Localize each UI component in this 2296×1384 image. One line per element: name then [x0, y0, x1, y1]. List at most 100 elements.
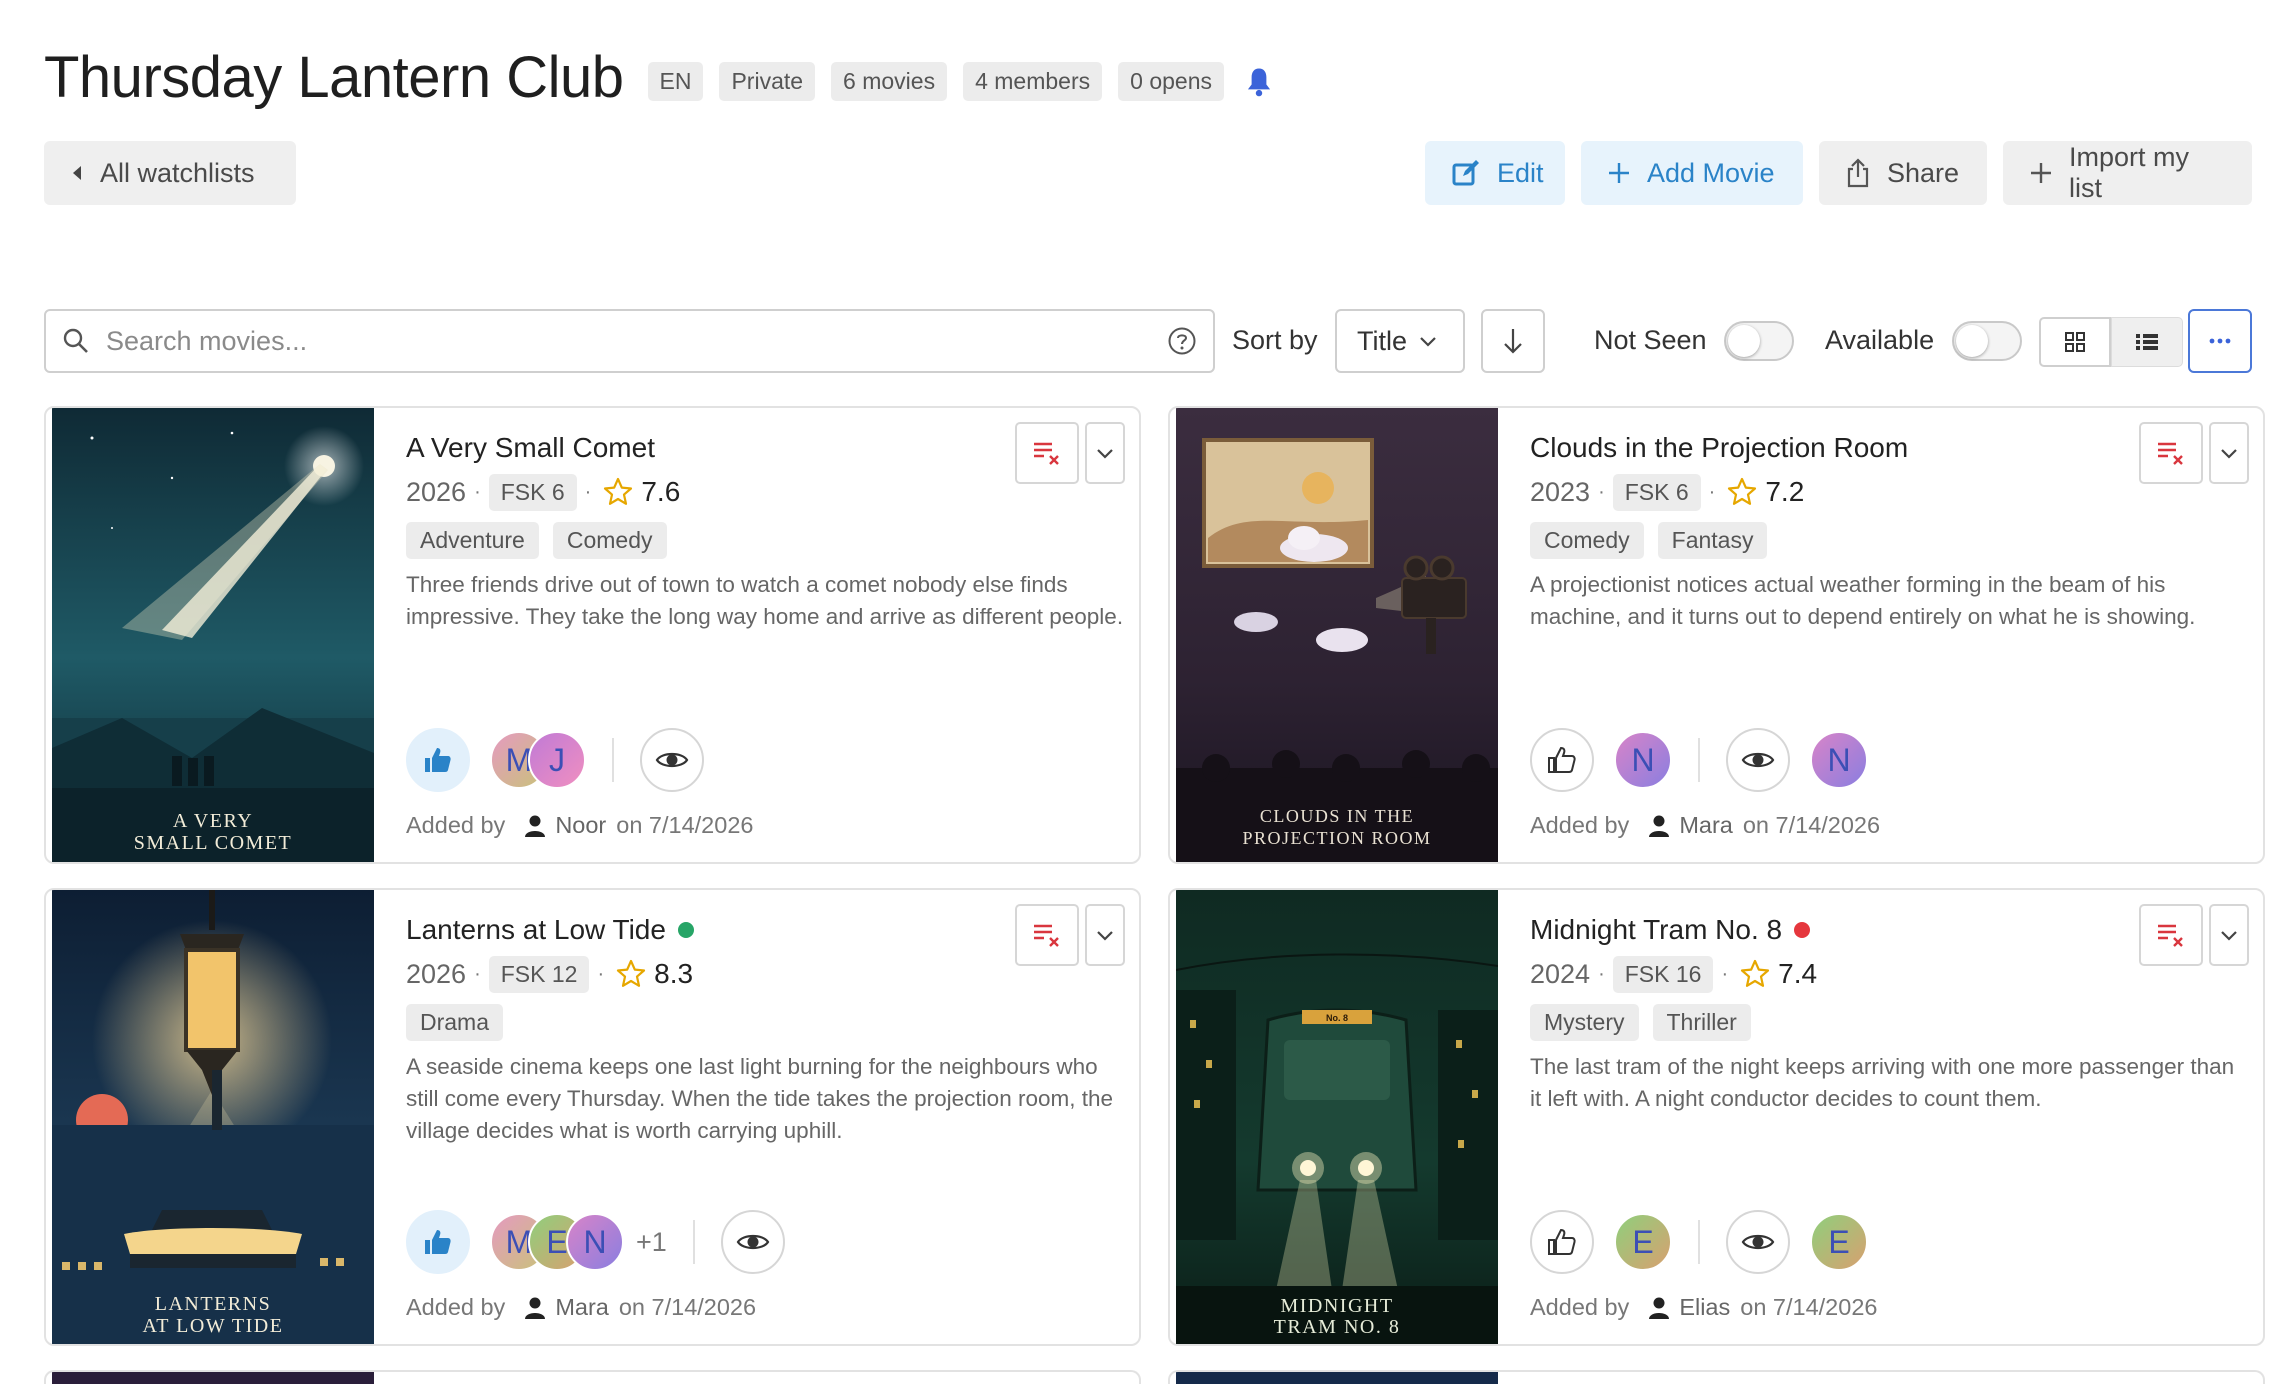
avatar[interactable]: E	[1614, 1213, 1672, 1271]
search-icon	[63, 328, 88, 353]
chevron-down-icon	[1420, 337, 1436, 347]
liked-by-avatars: N	[1614, 731, 1672, 789]
remove-from-list-button[interactable]	[2139, 422, 2203, 484]
movie-card[interactable]: CLOUDS IN THE PROJECTION ROOM Clouds in …	[1168, 406, 2265, 864]
avatar[interactable]: N	[566, 1213, 624, 1271]
available-label: Available	[1825, 325, 1935, 355]
vote-row: N N	[1530, 728, 1868, 792]
opens-count-badge: 0 opens	[1118, 62, 1224, 101]
not-seen-toggle[interactable]	[1724, 321, 1794, 361]
remove-list-icon	[2156, 922, 2186, 948]
fsk-badge: FSK 16	[1612, 955, 1714, 993]
list-view-button[interactable]	[2111, 317, 2183, 367]
remove-from-list-button[interactable]	[2139, 904, 2203, 966]
poster-title-line2: TRAM NO. 8	[1274, 1316, 1401, 1338]
filter-bar: Sort by Title Not Seen Available	[44, 309, 2252, 373]
help-icon[interactable]	[1167, 326, 1197, 356]
edit-button[interactable]: Edit	[1425, 141, 1565, 205]
added-by-label: Added by	[406, 1294, 506, 1320]
card-menu-button[interactable]	[1085, 422, 1125, 484]
more-likes-count[interactable]: +1	[636, 1227, 667, 1258]
share-button[interactable]: Share	[1819, 141, 1987, 205]
poster-title-line1: A VERY	[173, 810, 253, 832]
import-list-button[interactable]: Import my list	[2003, 141, 2252, 205]
movie-card[interactable]: No. 8 MIDNIGHT TRAM NO. 8 Midnight Tram …	[1168, 888, 2265, 1346]
movie-poster[interactable]: CLOUDS IN THE PROJECTION ROOM	[1176, 408, 1498, 862]
page-header: Thursday Lantern Club EN Private 6 movie…	[44, 44, 2252, 111]
chevron-down-icon	[2220, 447, 2238, 459]
mark-seen-button[interactable]	[1726, 728, 1790, 792]
movie-title-text: Lanterns at Low Tide	[406, 914, 666, 945]
movie-poster[interactable]	[1176, 1372, 1498, 1384]
remove-list-icon	[1032, 440, 1062, 466]
card-menu-button[interactable]	[2209, 904, 2249, 966]
movie-card[interactable]	[44, 1370, 1141, 1384]
list-icon	[2136, 334, 2158, 350]
card-menu-button[interactable]	[2209, 422, 2249, 484]
like-button[interactable]	[1530, 728, 1594, 792]
movie-year: 2024	[1530, 958, 1591, 989]
liked-by-avatars: M J	[490, 731, 586, 789]
poster-title-line1: MIDNIGHT	[1280, 1295, 1393, 1317]
user-icon	[523, 1296, 547, 1320]
movie-card[interactable]: LANTERNS AT LOW TIDE Lanterns at Low Tid…	[44, 888, 1141, 1346]
movie-meta: 2026 · FSK 12 · 8.3	[406, 954, 1119, 994]
movie-card[interactable]: A VERY SMALL COMET A Very Small Comet 20…	[44, 406, 1141, 864]
fsk-badge: FSK 6	[1612, 473, 1701, 511]
avatar[interactable]: N	[1614, 731, 1672, 789]
added-by-user: Mara	[555, 1294, 609, 1320]
movie-title[interactable]: Midnight Tram No. 8	[1530, 912, 2243, 948]
poster-tram-sign: No. 8	[1326, 1013, 1348, 1023]
chevron-down-icon	[1096, 929, 1114, 941]
movie-poster[interactable]	[52, 1372, 374, 1384]
movie-title[interactable]: Clouds in the Projection Room	[1530, 430, 2243, 466]
star-icon	[1727, 477, 1757, 507]
all-watchlists-button[interactable]: All watchlists	[44, 141, 296, 205]
sort-value: Title	[1357, 325, 1408, 356]
bell-icon[interactable]	[1244, 66, 1274, 98]
genre-list: Adventure Comedy	[406, 522, 1119, 559]
movie-title[interactable]: Lanterns at Low Tide	[406, 912, 1119, 948]
chevron-down-icon	[1096, 447, 1114, 459]
remove-from-list-button[interactable]	[1015, 422, 1079, 484]
eye-icon	[736, 1231, 770, 1253]
sort-direction-button[interactable]	[1481, 309, 1545, 373]
movie-info: Clouds in the Projection Room 2023 · FSK …	[1530, 430, 2243, 633]
movie-poster[interactable]: LANTERNS AT LOW TIDE	[52, 890, 374, 1344]
edit-label: Edit	[1497, 157, 1544, 188]
mark-seen-button[interactable]	[720, 1210, 785, 1274]
avatar[interactable]: J	[528, 731, 586, 789]
movie-poster[interactable]: No. 8 MIDNIGHT TRAM NO. 8	[1176, 890, 1498, 1344]
sort-select[interactable]: Title	[1335, 309, 1465, 373]
available-toggle[interactable]	[1952, 321, 2022, 361]
avatar[interactable]: N	[1810, 731, 1868, 789]
poster-title-line1: LANTERNS	[155, 1293, 271, 1315]
mark-seen-button[interactable]	[640, 728, 704, 792]
like-button[interactable]	[406, 1210, 470, 1274]
star-icon	[616, 959, 646, 989]
like-button[interactable]	[1530, 1210, 1594, 1274]
mark-seen-button[interactable]	[1726, 1210, 1790, 1274]
movie-info: Lanterns at Low Tide 2026 · FSK 12 · 8.3 D…	[406, 912, 1119, 1147]
remove-list-icon	[1032, 922, 1062, 948]
movie-count-badge: 6 movies	[831, 62, 948, 101]
movie-meta: 2026 · FSK 6 · 7.6	[406, 472, 1119, 512]
avatar[interactable]: E	[1810, 1213, 1868, 1271]
search-input[interactable]	[106, 325, 1167, 357]
thumbs-up-icon	[1546, 744, 1578, 776]
genre-tag: Drama	[406, 1004, 504, 1041]
movie-card[interactable]	[1168, 1370, 2265, 1384]
vote-row: E E	[1530, 1210, 1868, 1274]
remove-from-list-button[interactable]	[1015, 904, 1079, 966]
genre-tag: Comedy	[552, 522, 667, 559]
movie-title-text: Clouds in the Projection Room	[1530, 432, 1909, 463]
movie-title[interactable]: A Very Small Comet	[406, 430, 1119, 466]
grid-view-button[interactable]	[2039, 317, 2111, 367]
movie-poster[interactable]: A VERY SMALL COMET	[52, 408, 374, 862]
like-button[interactable]	[406, 728, 470, 792]
add-movie-button[interactable]: Add Movie	[1581, 141, 1803, 205]
search-box	[44, 309, 1215, 373]
more-options-button[interactable]	[2188, 309, 2252, 373]
card-actions	[2139, 904, 2249, 966]
card-menu-button[interactable]	[1085, 904, 1125, 966]
